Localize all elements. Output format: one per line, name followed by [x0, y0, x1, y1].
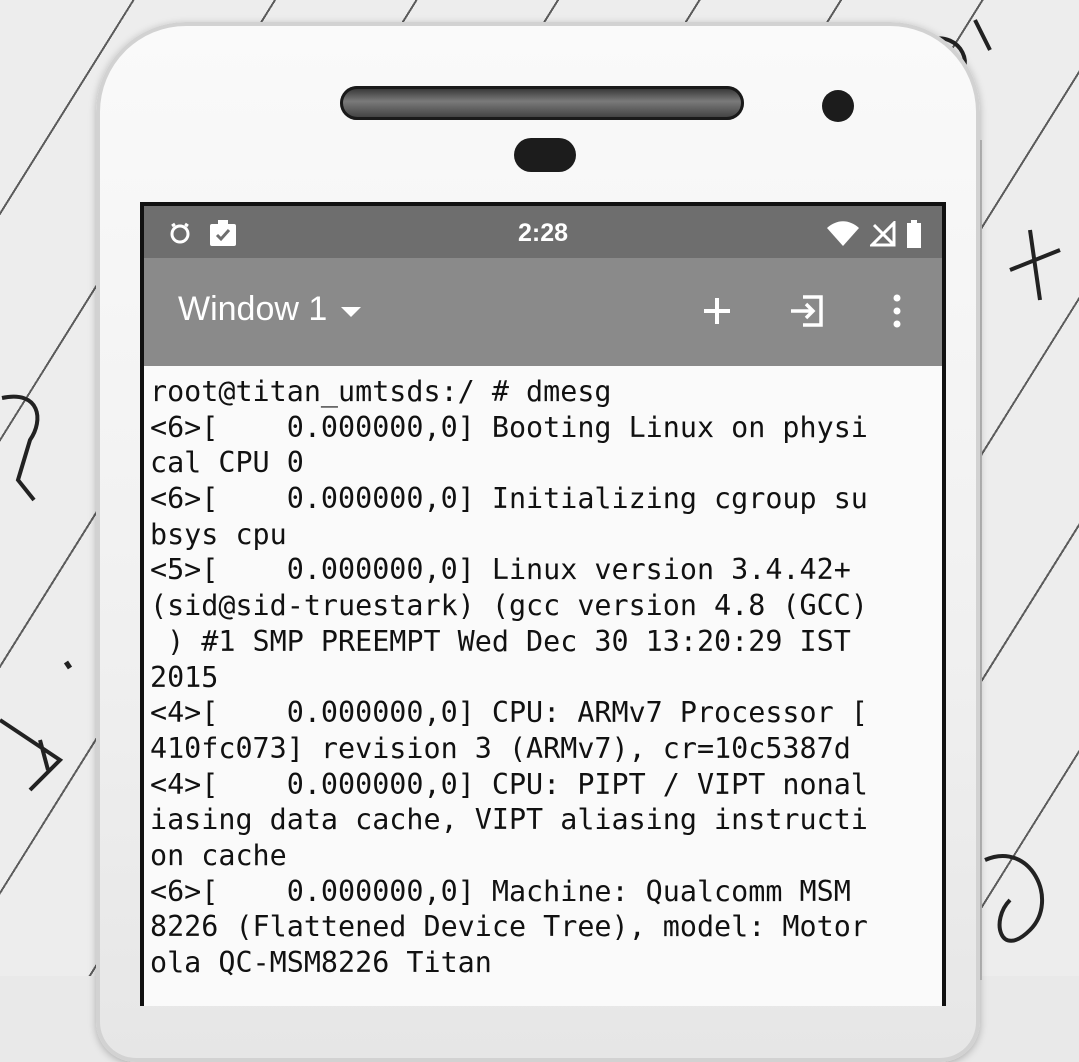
terminal-line: (sid@sid-truestark) (gcc version 4.8 (GC…	[150, 589, 868, 623]
terminal-line: root@titan_umtsds:/ # dmesg	[150, 375, 612, 408]
terminal-line: on cache	[150, 838, 287, 872]
terminal-line: iasing data cache, VIPT aliasing instruc…	[150, 803, 868, 837]
status-time: 2:28	[517, 219, 569, 247]
terminal-line: bsys cpu	[150, 517, 287, 551]
wifi-icon	[826, 221, 860, 251]
phone-screen: 2:28 Window 1 root@titan_umtsds:/ # dmes…	[140, 202, 946, 1006]
terminal-output[interactable]: root@titan_umtsds:/ # dmesg <6>[ 0.000000…	[144, 366, 942, 981]
terminal-line: 8226 (Flattened Device Tree), model: Mot…	[150, 910, 868, 944]
proximity-sensor	[514, 138, 576, 172]
overflow-menu-button[interactable]	[878, 292, 916, 330]
add-window-button[interactable]	[698, 292, 736, 330]
window-title: Window 1	[178, 290, 328, 328]
terminal-line: 410fc073] revision 3 (ARMv7), cr=10c5387…	[150, 731, 851, 765]
terminal-line: ola QC-MSM8226 Titan	[150, 946, 492, 979]
plus-icon	[704, 298, 730, 324]
switch-window-button[interactable]	[788, 292, 826, 330]
terminal-line: 2015	[150, 660, 219, 694]
no-signal-icon	[868, 219, 896, 251]
app-toolbar: Window 1	[144, 258, 942, 366]
terminal-line: <6>[ 0.000000,0] Machine: Qualcomm MSM	[150, 874, 851, 908]
terminal-line: ) #1 SMP PREEMPT Wed Dec 30 13:20:29 IST	[150, 624, 851, 658]
enter-icon	[791, 295, 823, 327]
terminal-line: <5>[ 0.000000,0] Linux version 3.4.42+	[150, 553, 851, 587]
terminal-line: <6>[ 0.000000,0] Initializing cgroup su	[150, 482, 868, 516]
battery-icon	[906, 220, 922, 252]
more-vert-icon	[893, 294, 901, 328]
terminal-line: <4>[ 0.000000,0] CPU: ARMv7 Processor [	[150, 696, 868, 730]
terminal-line: <4>[ 0.000000,0] CPU: PIPT / VIPT nonal	[150, 767, 868, 801]
earpiece-speaker	[340, 86, 744, 120]
window-selector[interactable]: Window 1	[178, 290, 362, 329]
front-camera	[822, 90, 854, 122]
terminal-line: <6>[ 0.000000,0] Booting Linux on physi	[150, 410, 868, 444]
status-bar: 2:28	[144, 206, 942, 258]
terminal-line: cal CPU 0	[150, 446, 304, 480]
caret-down-icon	[341, 306, 362, 317]
